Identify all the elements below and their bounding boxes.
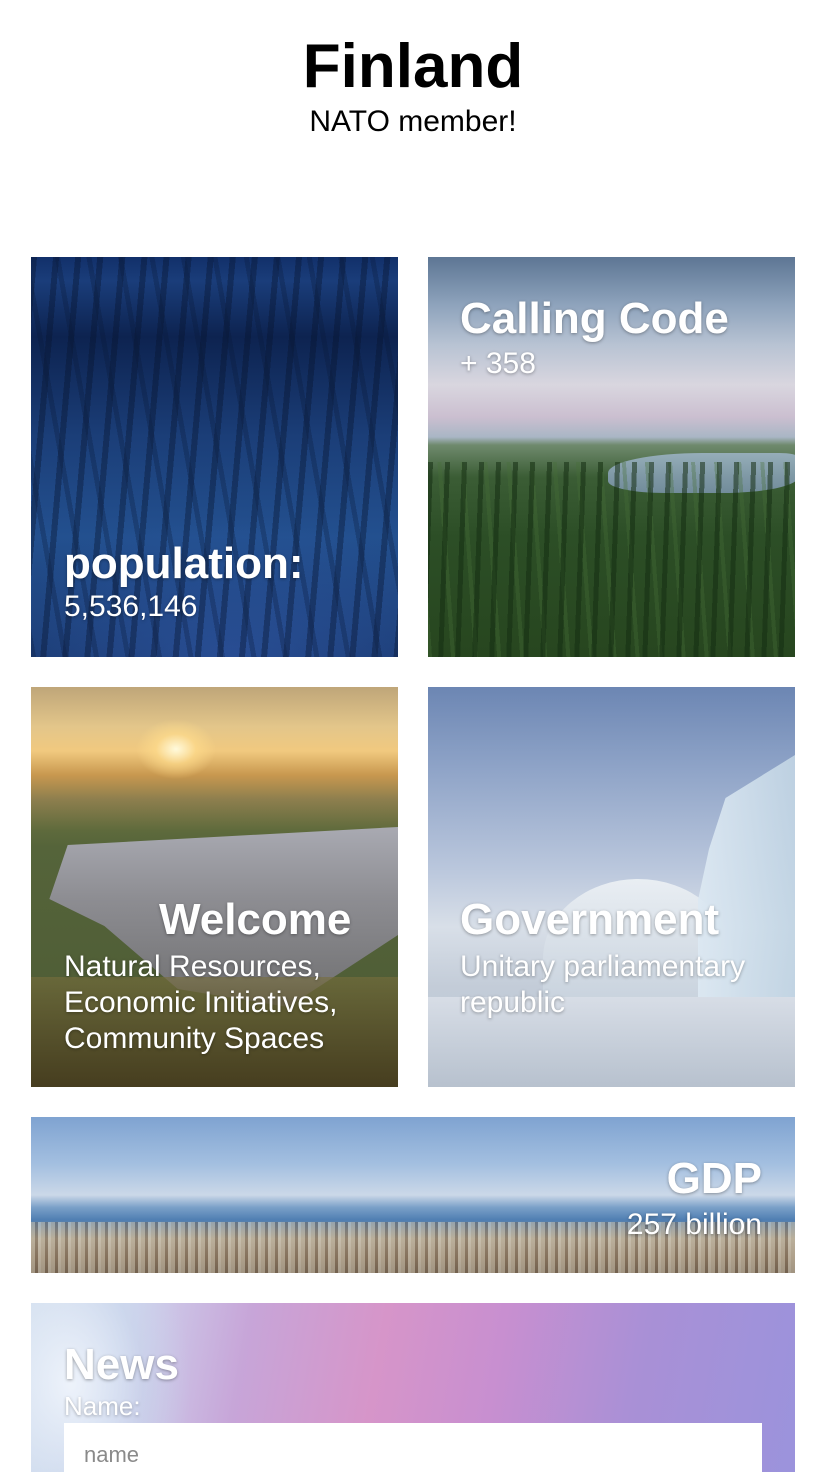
- welcome-heading: Welcome: [159, 895, 352, 944]
- forest-image: [428, 462, 795, 657]
- gdp-value: 257 billion: [626, 1208, 762, 1241]
- page-subtitle: NATO member!: [309, 105, 517, 138]
- welcome-value: Natural Resources, Economic Initiatives,…: [64, 950, 338, 1055]
- welcome-card: Welcome Natural Resources, Economic Init…: [31, 687, 398, 1087]
- government-card: Government Unitary parliamentary republi…: [428, 687, 795, 1087]
- gdp-card: GDP 257 billion: [31, 1117, 795, 1273]
- calling-code-value: + 358: [460, 347, 536, 380]
- population-heading: population:: [64, 539, 304, 588]
- government-heading: Government: [460, 895, 720, 944]
- gdp-heading: GDP: [666, 1154, 762, 1203]
- name-label: Name:: [64, 1391, 141, 1421]
- news-card: News Name:: [31, 1303, 795, 1472]
- news-heading: News: [64, 1340, 179, 1389]
- population-card: population: 5,536,146: [31, 257, 398, 657]
- government-value: Unitary parliamentary republic: [460, 950, 746, 1019]
- calling-code-card: Calling Code + 358: [428, 257, 795, 657]
- name-input[interactable]: [64, 1423, 762, 1472]
- page-title: Finland: [302, 32, 524, 101]
- calling-code-heading: Calling Code: [460, 294, 729, 343]
- population-value: 5,536,146: [64, 590, 198, 623]
